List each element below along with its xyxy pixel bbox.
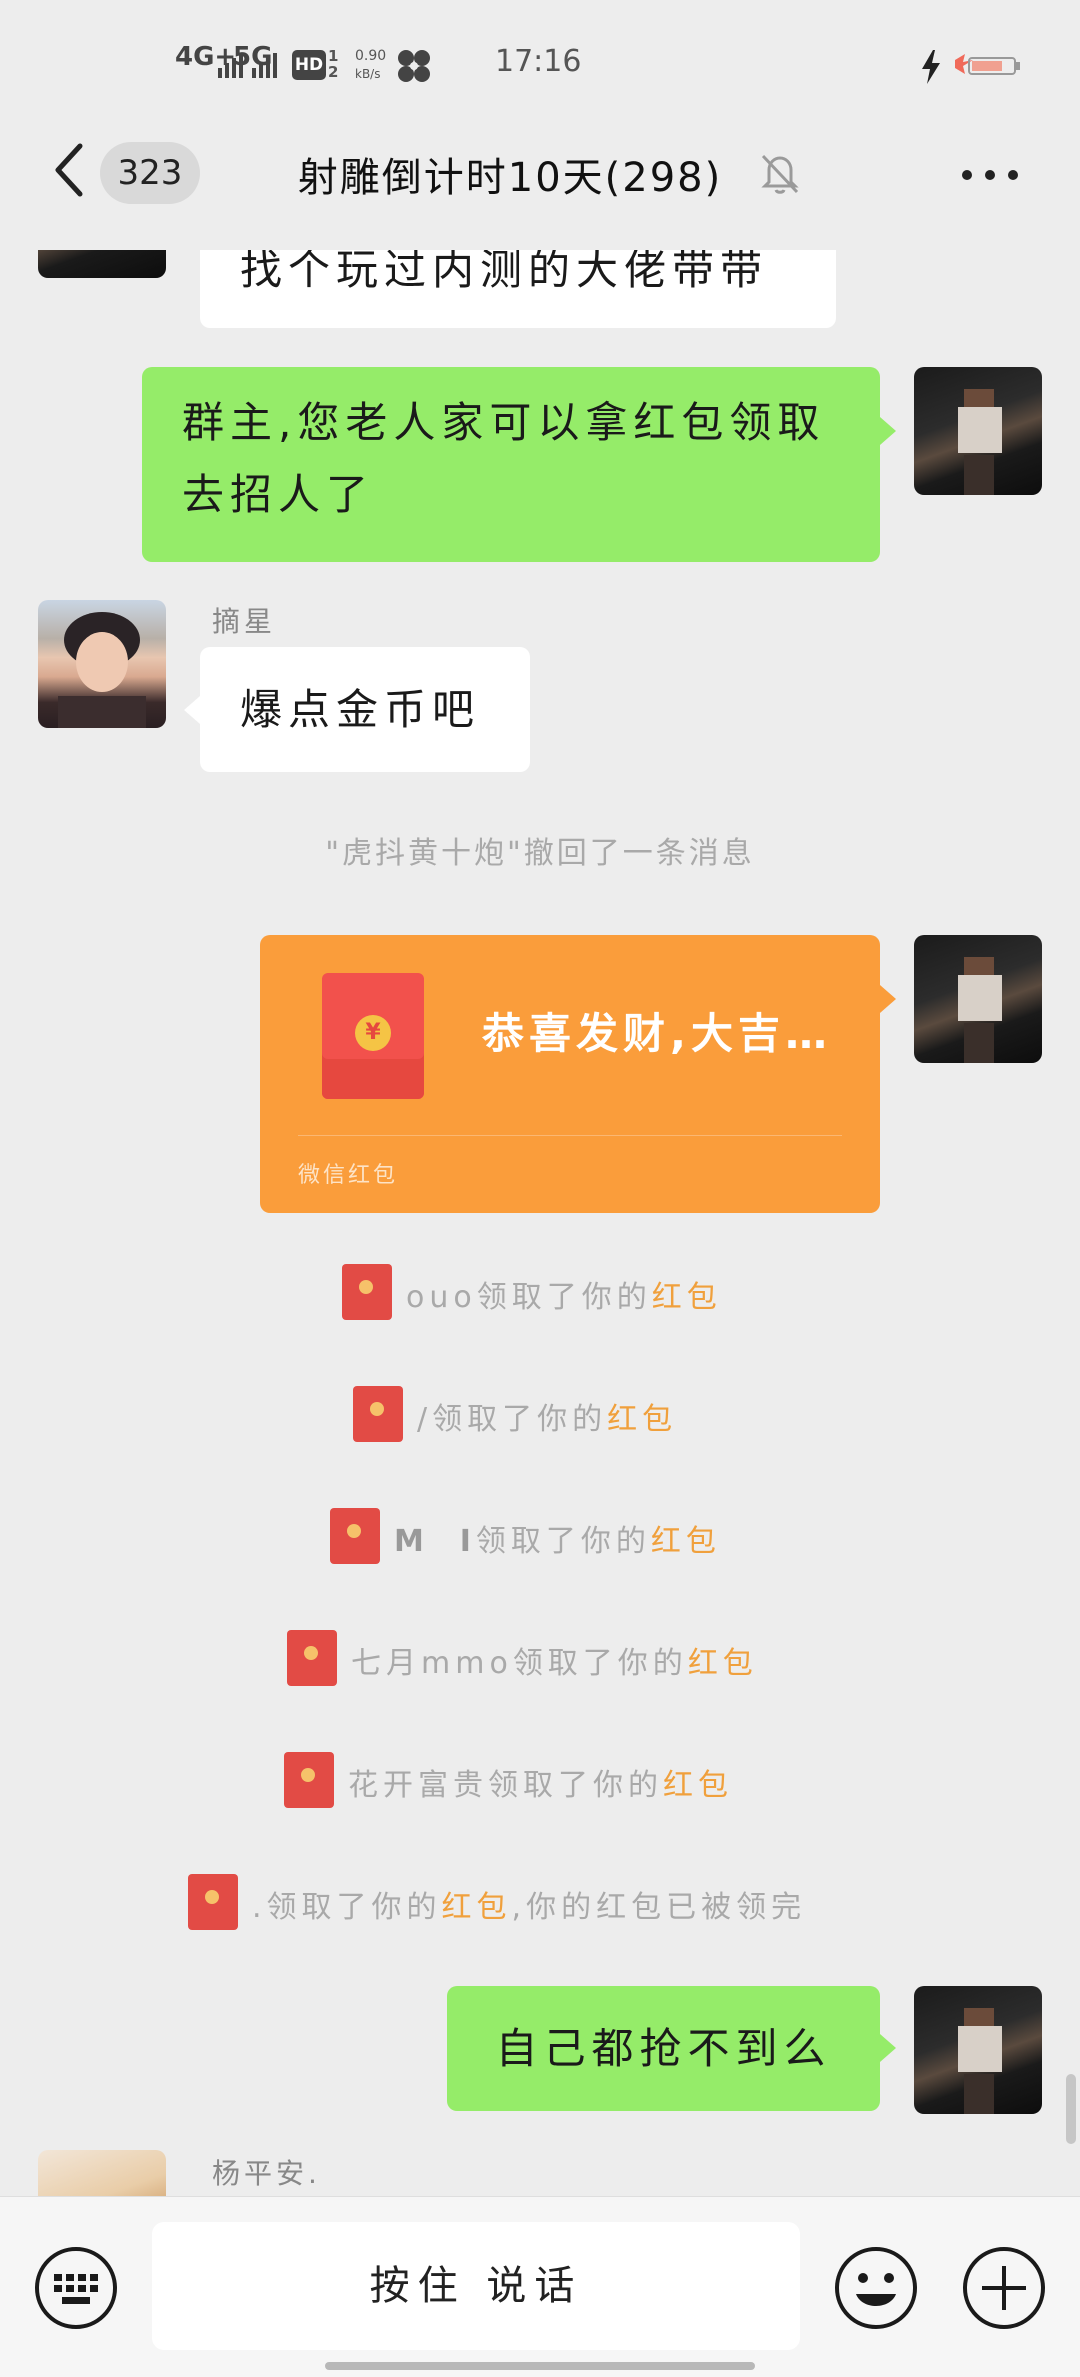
divider xyxy=(298,1135,842,1136)
red-packet-link[interactable]: 红包 xyxy=(688,1646,758,1681)
system-message: "虎抖黄十炮"撤回了一条消息 xyxy=(325,836,755,871)
message-bubble[interactable]: 爆点金币吧 xyxy=(200,647,530,772)
bubble-tail xyxy=(880,985,896,1013)
red-envelope-icon xyxy=(342,1264,392,1320)
coin-icon: ¥ xyxy=(355,1015,391,1051)
claim-text: 领取了你的 xyxy=(266,1890,442,1925)
claim-text: 领取了你的 xyxy=(512,1646,688,1681)
bubble-tail xyxy=(880,417,896,445)
fan-icon xyxy=(398,50,430,82)
avatar[interactable] xyxy=(38,600,166,728)
red-envelope-icon: ¥ xyxy=(322,973,424,1099)
claimer-name: 花开富贵 xyxy=(348,1768,488,1803)
claimer-name: 七月mmo xyxy=(351,1646,513,1681)
claim-notice: 七月mmo领取了你的红包 xyxy=(287,1630,807,1686)
network-speed-unit: kB/s xyxy=(355,67,381,81)
sender-name: 杨平安. xyxy=(212,2157,321,2190)
hd-sub-2: 2 xyxy=(328,63,339,81)
hd-badge: HD xyxy=(292,50,326,80)
red-packet-link[interactable]: 红包 xyxy=(652,1280,722,1315)
back-arrow-icon[interactable] xyxy=(50,140,90,200)
red-packet-link[interactable]: 红包 xyxy=(663,1768,733,1803)
red-envelope-icon xyxy=(284,1752,334,1808)
red-envelope-icon xyxy=(188,1874,238,1930)
message-bubble[interactable]: 群主,您老人家可以拿红包领取去招人了 xyxy=(142,367,880,562)
red-packet-title: 恭喜发财,大吉… xyxy=(482,1009,832,1058)
more-dots-icon[interactable] xyxy=(955,155,1025,195)
red-packet-link[interactable]: 红包 xyxy=(442,1890,512,1925)
sender-name: 摘星 xyxy=(212,605,277,638)
red-packet-card[interactable]: ¥ 恭喜发财,大吉… 微信红包 xyxy=(260,935,880,1213)
message-bubble[interactable]: 自己都抢不到么 xyxy=(447,1986,880,2111)
signal-bars-2-icon xyxy=(252,53,277,78)
message-bubble[interactable]: 找个玩过内测的大佬带带 xyxy=(200,250,836,328)
avatar-figure xyxy=(958,389,1002,495)
red-packet-label: 微信红包 xyxy=(298,1163,399,1188)
avatar[interactable] xyxy=(914,367,1042,495)
keyboard-icon[interactable] xyxy=(32,2244,120,2332)
claim-notice: .领取了你的红包,你的红包已被领完 xyxy=(188,1874,908,1930)
clock-time: 17:16 xyxy=(495,44,582,79)
avatar-face xyxy=(58,612,146,728)
claimer-name: ouo xyxy=(406,1280,477,1315)
hold-to-talk-button[interactable]: 按住 说话 xyxy=(152,2222,800,2350)
claim-notice: /领取了你的红包 xyxy=(353,1386,753,1442)
avatar[interactable] xyxy=(38,2150,166,2196)
claim-text: 领取了你的 xyxy=(475,1524,651,1559)
bubble-tail xyxy=(880,2034,896,2062)
claim-notice: M I领取了你的红包 xyxy=(330,1508,760,1564)
claimer-name: . xyxy=(252,1890,267,1925)
red-envelope-icon xyxy=(330,1508,380,1564)
claim-text: 领取了你的 xyxy=(476,1280,652,1315)
claim-text: 领取了你的 xyxy=(488,1768,663,1803)
red-envelope-icon xyxy=(287,1630,337,1686)
avatar-figure xyxy=(958,2008,1002,2114)
scrollbar-thumb[interactable] xyxy=(1066,2074,1076,2144)
mute-bell-icon xyxy=(761,154,799,194)
bubble-tail xyxy=(184,696,200,724)
red-envelope-icon xyxy=(353,1386,403,1442)
network-speed-value: 0.90 xyxy=(355,48,387,64)
claim-text: 领取了你的 xyxy=(432,1402,608,1437)
red-packet-link[interactable]: 红包 xyxy=(651,1524,721,1559)
charging-bolt-icon xyxy=(922,50,940,84)
chat-title[interactable]: 射雕倒计时10天(298) xyxy=(270,145,750,203)
claimer-name: / xyxy=(417,1402,433,1437)
avatar[interactable] xyxy=(38,250,166,278)
status-bar: 4G+ 5G HD 1 2 0.90 kB/s 17:16 xyxy=(0,0,1080,130)
claim-notice: 花开富贵领取了你的红包 xyxy=(284,1752,804,1808)
hd-sub-1: 1 xyxy=(328,47,339,65)
claim-suffix-text: ,你的红包已被领完 xyxy=(511,1890,807,1925)
plus-icon[interactable] xyxy=(960,2244,1048,2332)
claimer-name: M I xyxy=(394,1524,476,1559)
red-packet-link[interactable]: 红包 xyxy=(607,1402,677,1437)
claim-notice: ouo领取了你的红包 xyxy=(342,1264,762,1320)
emoji-icon[interactable] xyxy=(832,2244,920,2332)
avatar[interactable] xyxy=(914,935,1042,1063)
home-indicator[interactable] xyxy=(325,2362,755,2370)
chat-message-list[interactable]: 找个玩过内测的大佬带带 群主,您老人家可以拿红包领取去招人了 摘星 爆点金币吧 … xyxy=(0,250,1080,2196)
avatar-figure xyxy=(958,957,1002,1063)
unread-count-badge[interactable]: 323 xyxy=(100,142,200,204)
battery-icon xyxy=(955,54,1020,75)
avatar[interactable] xyxy=(914,1986,1042,2114)
